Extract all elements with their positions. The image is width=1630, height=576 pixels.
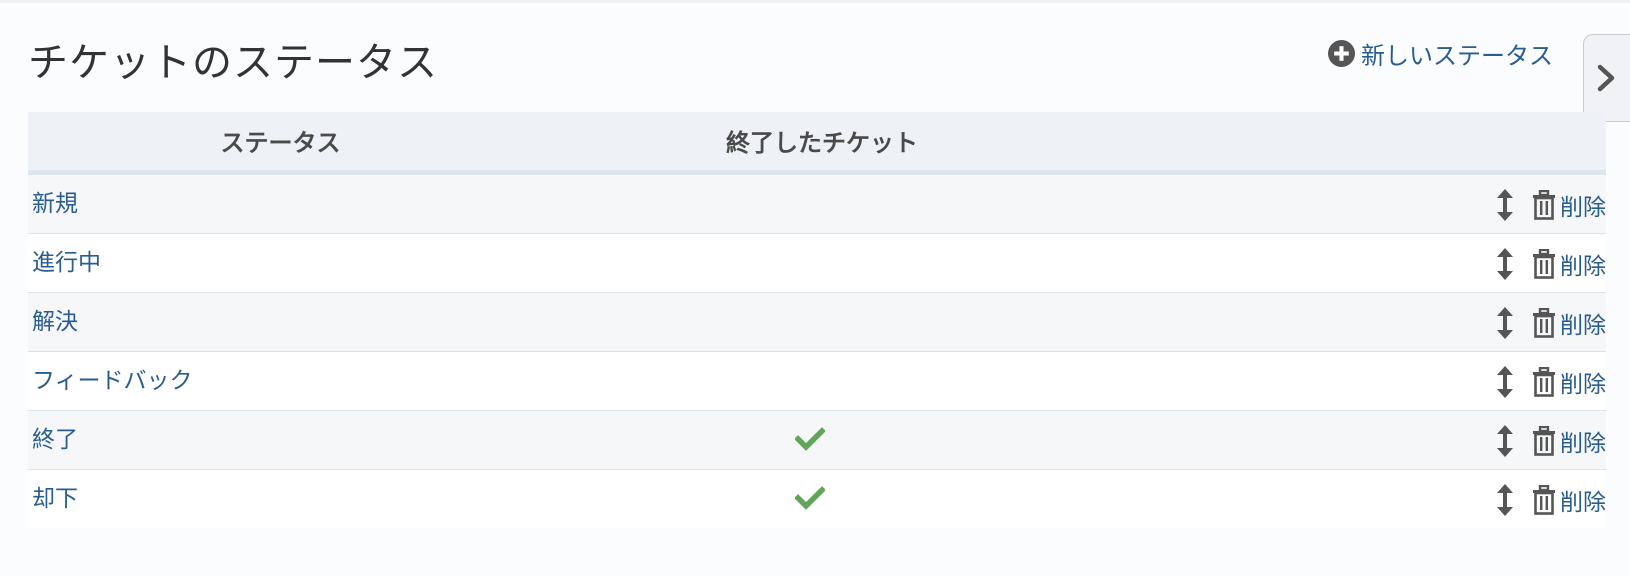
delete-label: 削除: [1560, 194, 1606, 221]
trash-icon: [1533, 189, 1555, 220]
trash-icon: [1533, 484, 1555, 515]
closed-cell: [533, 469, 1111, 528]
status-link[interactable]: 却下: [32, 479, 78, 513]
delete-button[interactable]: 削除: [1532, 483, 1606, 517]
sort-handle-icon[interactable]: [1496, 247, 1514, 281]
check-icon: [795, 426, 825, 451]
column-header-status: ステータス: [28, 112, 533, 175]
table-row: フィードバック 削除: [28, 351, 1606, 410]
plus-circle-icon: [1328, 39, 1355, 67]
closed-cell: [533, 172, 1111, 233]
sort-handle-icon[interactable]: [1496, 306, 1514, 340]
status-link[interactable]: 新規: [32, 184, 78, 218]
sort-handle-icon[interactable]: [1496, 483, 1514, 517]
trash-icon: [1533, 307, 1555, 338]
sort-handle-icon[interactable]: [1496, 365, 1514, 399]
trash-icon: [1533, 366, 1555, 397]
status-link[interactable]: 進行中: [32, 243, 101, 277]
sort-handle-icon[interactable]: [1496, 188, 1514, 222]
table-row: 却下 削除: [28, 469, 1606, 528]
delete-label: 削除: [1560, 312, 1606, 339]
delete-button[interactable]: 削除: [1532, 188, 1606, 222]
column-header-closed: 終了したチケット: [533, 112, 1111, 175]
delete-button[interactable]: 削除: [1532, 306, 1606, 340]
top-border: [0, 0, 1630, 3]
check-icon: [795, 485, 825, 510]
closed-cell: [533, 410, 1111, 469]
column-header-actions: [1111, 112, 1606, 175]
table-row: 新規 削除: [28, 172, 1606, 233]
table-header-row: ステータス 終了したチケット: [28, 112, 1606, 175]
status-link[interactable]: 解決: [32, 302, 78, 336]
closed-cell: [533, 292, 1111, 351]
new-status-label: 新しいステータス: [1361, 41, 1553, 70]
delete-label: 削除: [1560, 253, 1606, 280]
sort-handle-icon[interactable]: [1496, 424, 1514, 458]
trash-icon: [1533, 425, 1555, 456]
status-link[interactable]: 終了: [32, 420, 78, 454]
delete-button[interactable]: 削除: [1532, 365, 1606, 399]
delete-button[interactable]: 削除: [1532, 424, 1606, 458]
chevron-right-icon: [1597, 64, 1615, 92]
delete-label: 削除: [1560, 430, 1606, 457]
closed-cell: [533, 351, 1111, 410]
table-row: 解決 削除: [28, 292, 1606, 351]
delete-button[interactable]: 削除: [1532, 247, 1606, 281]
new-status-link[interactable]: 新しいステータス: [1328, 36, 1553, 70]
table-row: 終了 削除: [28, 410, 1606, 469]
table-row: 進行中 削除: [28, 233, 1606, 292]
closed-cell: [533, 233, 1111, 292]
status-link[interactable]: フィードバック: [32, 361, 193, 395]
page-title: チケットのステータス: [28, 40, 438, 86]
delete-label: 削除: [1560, 371, 1606, 398]
status-table: ステータス 終了したチケット 新規 削除 進行中 削除 解決 削除 フィードバッ…: [28, 112, 1606, 528]
trash-icon: [1533, 248, 1555, 279]
sidebar-toggle-button[interactable]: [1583, 34, 1630, 122]
delete-label: 削除: [1560, 489, 1606, 516]
